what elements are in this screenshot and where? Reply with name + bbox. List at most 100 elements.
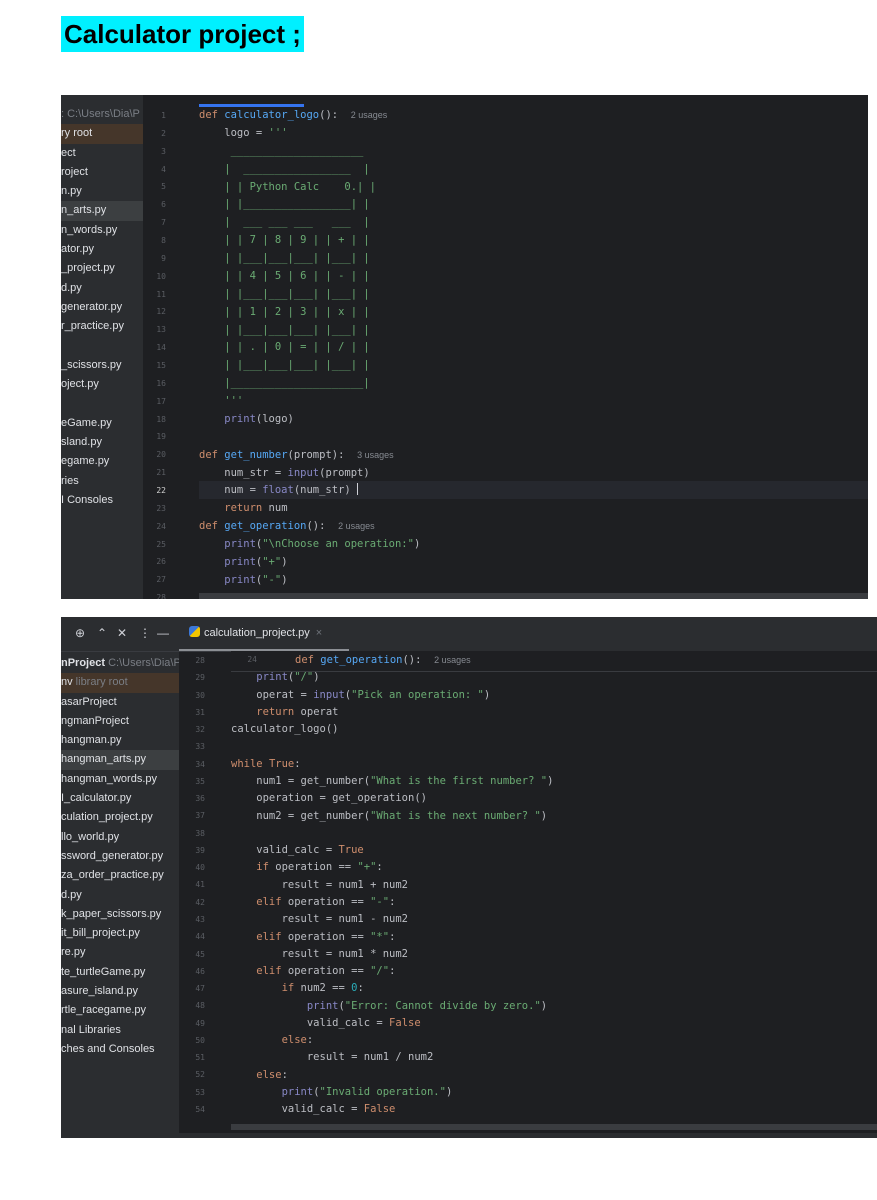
- horizontal-scrollbar[interactable]: [199, 593, 868, 599]
- tree-item[interactable]: ches and Consoles: [61, 1040, 179, 1059]
- line-number: 43: [195, 914, 205, 924]
- sticky-line-number: 24: [247, 655, 257, 664]
- line-number: 11: [156, 289, 166, 299]
- sticky-line-code: def get_operation(): 2 usages: [295, 654, 471, 666]
- line-number: 36: [195, 794, 205, 804]
- line-number: 27: [156, 575, 166, 585]
- sticky-scope-header[interactable]: 24 def get_operation(): 2 usages: [231, 651, 877, 672]
- tree-item[interactable]: hangman.py: [61, 731, 179, 750]
- project-tree: : C:\Users\Dia\P ry root ect roject n.py n_ar…: [61, 105, 143, 510]
- ide-screenshot-1: : C:\Users\Dia\P ry root ect roject n.py n_ar…: [61, 95, 868, 599]
- line-number: 5: [161, 182, 166, 192]
- tree-item[interactable]: it_bill_project.py: [61, 924, 179, 943]
- tree-item[interactable]: [61, 394, 143, 413]
- line-number: 39: [195, 845, 205, 855]
- tree-item[interactable]: _project.py: [61, 259, 143, 278]
- code-editor[interactable]: print("*") print("/") operat = input("Pi…: [231, 672, 877, 1138]
- line-number: 14: [156, 343, 166, 353]
- tree-item[interactable]: nProject C:\Users\Dia\P: [61, 654, 179, 673]
- line-number: 51: [195, 1053, 205, 1063]
- tree-item[interactable]: egame.py: [61, 452, 143, 471]
- more-options-icon[interactable]: ⋮: [139, 625, 151, 641]
- tree-item[interactable]: n_arts.py: [61, 201, 143, 221]
- tree-item[interactable]: asarProject: [61, 693, 179, 712]
- line-number: 53: [195, 1087, 205, 1097]
- horizontal-scrollbar[interactable]: [231, 1124, 877, 1130]
- tab-calculation-project[interactable]: calculation_project.py ×: [179, 617, 349, 651]
- tree-item[interactable]: d.py: [61, 886, 179, 905]
- tab-close-icon[interactable]: ×: [316, 627, 322, 639]
- tree-item[interactable]: ries: [61, 472, 143, 491]
- tree-item[interactable]: roject: [61, 163, 143, 182]
- project-sidebar: : C:\Users\Dia\P ry root ect roject n.py n_ar…: [61, 95, 143, 599]
- tree-item[interactable]: I_calculator.py: [61, 789, 179, 808]
- tree-item[interactable]: n.py: [61, 182, 143, 201]
- line-number-gutter: 28 29 30 31 32 33 34 35 36 37 38 39 40 41 42 43 44 45 46 47…: [179, 656, 231, 1138]
- tree-item[interactable]: d.py: [61, 279, 143, 298]
- line-number: 22: [156, 486, 166, 496]
- line-number: 23: [156, 503, 166, 513]
- tree-item[interactable]: sland.py: [61, 433, 143, 452]
- line-number: 24: [156, 521, 166, 531]
- tree-item[interactable]: hangman_words.py: [61, 770, 179, 789]
- line-number: 12: [156, 307, 166, 317]
- line-number: 41: [195, 880, 205, 890]
- tree-item[interactable]: ect: [61, 144, 143, 163]
- tree-item[interactable]: generator.py: [61, 298, 143, 317]
- line-number: 31: [195, 707, 205, 717]
- line-number: 8: [161, 236, 166, 246]
- line-number: 52: [195, 1070, 205, 1080]
- tree-item[interactable]: asure_island.py: [61, 982, 179, 1001]
- code-text[interactable]: print("*") print("/") operat = input("Pi…: [231, 672, 553, 1119]
- tree-item[interactable]: hangman_arts.py: [61, 750, 179, 770]
- line-number: 38: [195, 828, 205, 838]
- tree-item[interactable]: I Consoles: [61, 491, 143, 510]
- minimize-icon[interactable]: —: [157, 625, 169, 641]
- line-number: 30: [195, 690, 205, 700]
- line-number: 7: [161, 218, 166, 228]
- tree-item[interactable]: rtle_racegame.py: [61, 1001, 179, 1020]
- tree-item[interactable]: nv library root: [61, 673, 179, 693]
- line-number: 45: [195, 949, 205, 959]
- line-number: 28: [156, 593, 166, 599]
- line-number: 2: [161, 128, 166, 138]
- line-number: 40: [195, 863, 205, 873]
- line-number: 32: [195, 725, 205, 735]
- tree-item[interactable]: ssword_generator.py: [61, 847, 179, 866]
- line-number: 44: [195, 932, 205, 942]
- tree-item[interactable]: r_practice.py: [61, 317, 143, 336]
- line-numbers: 28 29 30 31 32 33 34 35 36 37 38 39 40 41 42 43 44 45 46 47…: [179, 652, 231, 1118]
- tree-item[interactable]: te_turtleGame.py: [61, 963, 179, 982]
- line-number: 35: [195, 776, 205, 786]
- tree-item[interactable]: : C:\Users\Dia\P: [61, 105, 143, 124]
- collapse-icon[interactable]: ✕: [117, 625, 127, 641]
- tree-item[interactable]: ator.py: [61, 240, 143, 259]
- tree-item[interactable]: ngmanProject: [61, 712, 179, 731]
- tree-item[interactable]: _scissors.py: [61, 356, 143, 375]
- line-number-gutter: 1 2 3 4 5 6 7 8 9 10 11 12 13 14 15 16 17 18 19 20 21 22 23 24 2…: [143, 95, 199, 599]
- tree-item[interactable]: llo_world.py: [61, 828, 179, 847]
- line-number: 25: [156, 539, 166, 549]
- tree-item[interactable]: [61, 337, 143, 356]
- line-number: 50: [195, 1035, 205, 1045]
- tree-item[interactable]: eGame.py: [61, 414, 143, 433]
- target-icon[interactable]: ⊕: [75, 625, 85, 641]
- document-title: Calculator project ;: [61, 16, 304, 52]
- line-number: 1: [161, 111, 166, 120]
- line-number: 15: [156, 361, 166, 371]
- tree-item[interactable]: k_paper_scissors.py: [61, 905, 179, 924]
- tree-item[interactable]: nal Libraries: [61, 1021, 179, 1040]
- project-tree: nProject C:\Users\Dia\P nv library root as…: [61, 654, 179, 1059]
- expand-icon[interactable]: ⌃: [97, 625, 107, 641]
- line-number: 48: [195, 1001, 205, 1011]
- tree-item[interactable]: culation_project.py: [61, 808, 179, 827]
- tree-item[interactable]: za_order_practice.py: [61, 866, 179, 885]
- tree-item[interactable]: re.py: [61, 943, 179, 962]
- code-text[interactable]: def calculator_logo(): 2 usages logo = '…: [199, 107, 420, 599]
- tree-item[interactable]: oject.py: [61, 375, 143, 394]
- tree-item[interactable]: n_words.py: [61, 221, 143, 240]
- code-editor[interactable]: def calculator_logo(): 2 usages logo = '…: [199, 95, 868, 599]
- tree-item[interactable]: ry root: [61, 124, 143, 144]
- line-number: 20: [156, 450, 166, 460]
- line-number: 28: [195, 656, 205, 665]
